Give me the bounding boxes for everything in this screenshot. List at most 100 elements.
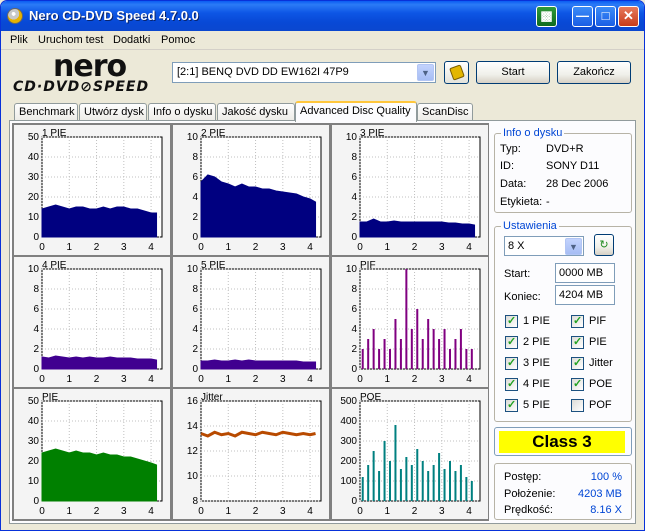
checkbox-pif[interactable] bbox=[571, 314, 584, 328]
tab-create-disc[interactable]: Utwórz dysk bbox=[79, 103, 147, 121]
refresh-drive-button[interactable] bbox=[444, 61, 469, 84]
y-tick-label: 10 bbox=[346, 132, 358, 143]
menu-dodatki[interactable]: Dodatki bbox=[113, 34, 150, 46]
maximize-icon[interactable]: □ bbox=[595, 6, 616, 27]
checkbox-label: Jitter bbox=[589, 357, 613, 369]
x-tick-label: 1 bbox=[384, 374, 390, 385]
disc-type-label: Typ: bbox=[500, 143, 521, 155]
x-tick-label: 4 bbox=[307, 242, 313, 253]
tray-icon[interactable]: ▩ bbox=[536, 6, 557, 27]
y-tick-label: 4 bbox=[351, 192, 357, 203]
progress-value: 100 % bbox=[590, 471, 622, 483]
y-tick-label: 4 bbox=[192, 192, 198, 203]
menu-pomoc[interactable]: Pomoc bbox=[161, 34, 195, 46]
y-tick-label: 50 bbox=[28, 396, 40, 407]
series-bar bbox=[459, 465, 462, 501]
y-tick-label: 10 bbox=[187, 471, 199, 482]
graph-4-pie: 4 PIE 0 2 4 6 8 10 0 1 2 3 4 bbox=[14, 257, 170, 387]
checkbox-label: 5 PIE bbox=[523, 399, 550, 411]
x-tick-label: 1 bbox=[225, 242, 231, 253]
x-tick-label: 0 bbox=[357, 374, 363, 385]
series-area bbox=[41, 204, 158, 238]
speed-select[interactable]: 8 X ▼ bbox=[504, 236, 584, 256]
close-icon[interactable]: ✕ bbox=[618, 6, 639, 27]
x-tick-label: 0 bbox=[357, 242, 363, 253]
y-tick-label: 50 bbox=[28, 132, 40, 143]
checkbox-4-pie[interactable] bbox=[505, 377, 518, 391]
end-mb-input[interactable]: 4204 MB bbox=[555, 285, 615, 305]
series-bar bbox=[399, 469, 402, 501]
x-tick-label: 2 bbox=[94, 374, 100, 385]
x-tick-label: 4 bbox=[307, 506, 313, 517]
graph-2-pie: 2 PIE 0 2 4 6 8 10 0 1 2 3 4 bbox=[173, 125, 329, 255]
minimize-icon[interactable]: — bbox=[572, 6, 593, 27]
series-bar bbox=[465, 349, 468, 369]
checkbox-pie[interactable] bbox=[571, 335, 584, 349]
series-bar bbox=[361, 349, 364, 369]
checkbox-5-pie[interactable] bbox=[505, 398, 518, 412]
menu-bar: Plik Uruchom test Dodatki Pomoc bbox=[1, 31, 644, 50]
x-tick-label: 3 bbox=[121, 374, 127, 385]
series-bar bbox=[443, 469, 446, 501]
checkbox-3-pie[interactable] bbox=[505, 356, 518, 370]
series-bar bbox=[465, 477, 468, 501]
x-tick-label: 0 bbox=[198, 506, 204, 517]
checkbox-1-pie[interactable] bbox=[505, 314, 518, 328]
x-tick-label: 4 bbox=[466, 374, 472, 385]
end-button[interactable]: Zakończ bbox=[557, 61, 631, 84]
position-value: 4203 MB bbox=[577, 488, 622, 500]
checkbox-label: PIF bbox=[589, 315, 607, 327]
start-button[interactable]: Start bbox=[476, 61, 550, 84]
x-tick-label: 0 bbox=[198, 242, 204, 253]
x-tick-label: 4 bbox=[307, 374, 313, 385]
checkbox-label: PIE bbox=[589, 336, 607, 348]
chevron-down-icon[interactable]: ▼ bbox=[417, 64, 434, 81]
checkbox-label: 3 PIE bbox=[523, 357, 550, 369]
title-bar[interactable]: Nero CD-DVD Speed 4.7.0.0 ▩ — □ ✕ bbox=[1, 1, 644, 31]
y-tick-label: 10 bbox=[187, 264, 199, 275]
chevron-down-icon[interactable]: ▼ bbox=[565, 238, 582, 255]
tab-disc-info[interactable]: Info o dysku bbox=[148, 103, 216, 121]
x-tick-label: 1 bbox=[384, 506, 390, 517]
series-bar bbox=[389, 349, 391, 369]
checkbox-pof[interactable] bbox=[571, 399, 584, 412]
tab-scandisc[interactable]: ScanDisc bbox=[417, 103, 473, 121]
checkbox-label: POE bbox=[589, 378, 613, 390]
y-tick-label: 6 bbox=[351, 304, 357, 315]
series-bar bbox=[443, 329, 446, 369]
series-bar bbox=[410, 465, 413, 501]
x-tick-label: 2 bbox=[253, 242, 259, 253]
series-bar bbox=[427, 471, 430, 501]
series-bar bbox=[383, 441, 386, 501]
graph-plot: 02468100 1 2 3 4 bbox=[346, 132, 481, 253]
x-tick-label: 3 bbox=[280, 242, 286, 253]
disc-label-label: Etykieta: bbox=[500, 196, 543, 208]
settings-group: Ustawienia 8 X ▼ ↻ Start: 0000 MB Koniec… bbox=[494, 220, 632, 422]
graph-plot: 01002003004005000 1 2 3 4 bbox=[340, 396, 481, 517]
x-tick-label: 4 bbox=[148, 374, 154, 385]
x-tick-label: 4 bbox=[148, 506, 154, 517]
menu-plik[interactable]: Plik bbox=[10, 34, 28, 46]
start-mb-input[interactable]: 0000 MB bbox=[555, 263, 615, 283]
x-tick-label: 2 bbox=[253, 374, 259, 385]
drive-select[interactable]: [2:1] BENQ DVD DD EW162I 47P9 ▼ bbox=[172, 62, 436, 83]
x-tick-label: 0 bbox=[357, 506, 363, 517]
y-tick-label: 8 bbox=[33, 284, 39, 295]
checkbox-label: 1 PIE bbox=[523, 315, 550, 327]
tab-disc-quality[interactable]: Jakość dysku bbox=[217, 103, 295, 121]
menu-uruchom-test[interactable]: Uruchom test bbox=[38, 34, 103, 46]
y-tick-label: 100 bbox=[340, 476, 357, 487]
disc-info-group: Info o dysku Typ: DVD+R ID: SONY D11 Dat… bbox=[494, 127, 632, 213]
checkbox-2-pie[interactable] bbox=[505, 335, 518, 349]
series-bar bbox=[383, 339, 386, 369]
end-mb-label: Koniec: bbox=[504, 291, 541, 303]
tab-benchmark[interactable]: Benchmark bbox=[14, 103, 78, 121]
refresh-speed-button[interactable]: ↻ bbox=[594, 234, 614, 256]
tab-advanced-disc-quality[interactable]: Advanced Disc Quality bbox=[295, 101, 417, 122]
plot-area bbox=[359, 268, 481, 370]
y-tick-label: 2 bbox=[351, 212, 357, 223]
checkbox-jitter[interactable] bbox=[571, 356, 584, 370]
series-bar bbox=[449, 461, 451, 501]
checkbox-poe[interactable] bbox=[571, 377, 584, 391]
y-tick-label: 500 bbox=[340, 396, 357, 407]
